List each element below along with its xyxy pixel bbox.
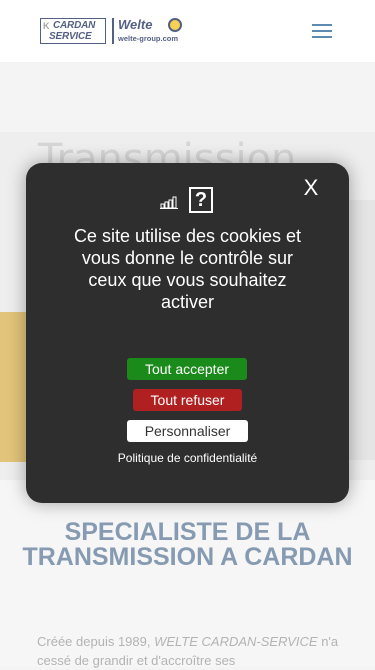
- refuse-all-button[interactable]: Tout refuser: [133, 389, 242, 411]
- privacy-policy-link[interactable]: Politique de confidentialité: [66, 451, 309, 465]
- customize-button[interactable]: Personnaliser: [127, 420, 248, 442]
- cookie-message: Ce site utilise des cookies et vous donn…: [73, 226, 302, 312]
- cookie-consent-modal: X ? Ce site utilise des cookies et vous …: [26, 163, 349, 503]
- accept-all-button[interactable]: Tout accepter: [127, 358, 247, 380]
- help-icon[interactable]: ?: [189, 187, 213, 213]
- close-button[interactable]: X: [300, 175, 322, 201]
- signal-bars-icon: [160, 196, 178, 209]
